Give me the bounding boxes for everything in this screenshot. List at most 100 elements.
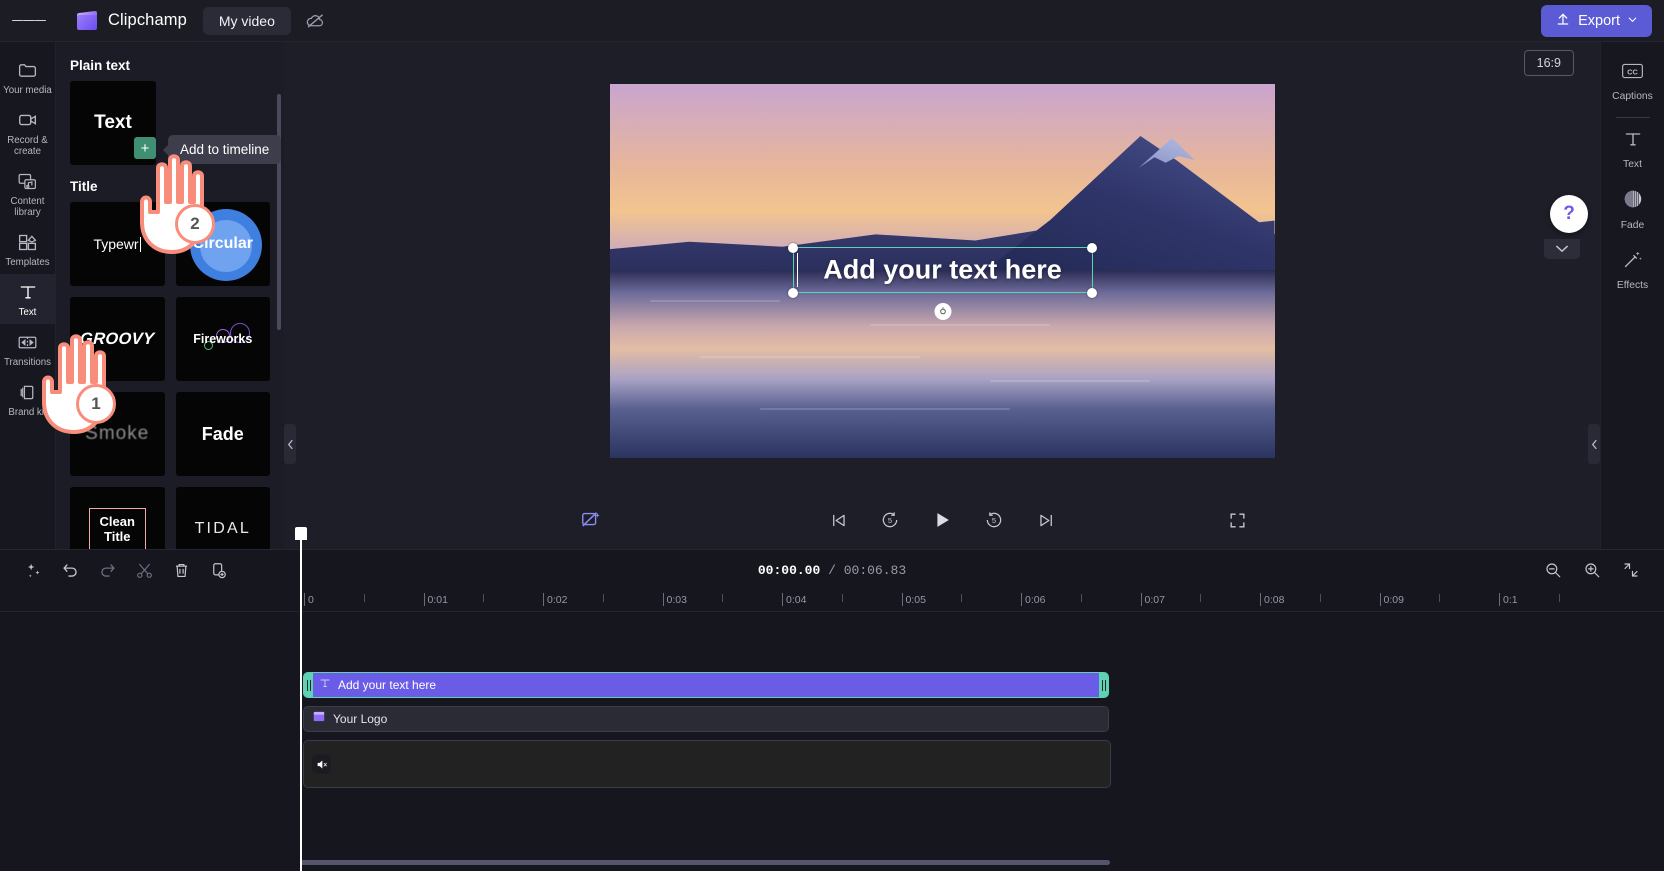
text-overlay-content[interactable]: Add your text here	[794, 255, 1092, 286]
ruler-tick-minor	[1200, 594, 1202, 602]
video-camera-icon	[17, 109, 39, 131]
closed-caption-icon: CC	[1621, 61, 1644, 86]
sidebar-item-label: Transitions	[3, 357, 52, 368]
video-canvas[interactable]: Add your text here	[609, 84, 1275, 458]
collapse-timeline-button[interactable]	[1544, 239, 1580, 259]
template-label: Fireworks	[193, 332, 253, 346]
panel-item-effects[interactable]: Effects	[1601, 240, 1664, 300]
ruler-tick	[662, 593, 664, 606]
ruler-tick-label: 0:02	[547, 594, 568, 606]
skip-to-end-button[interactable]	[1031, 505, 1061, 535]
sidebar-item-templates[interactable]: Templates	[0, 224, 56, 274]
export-label: Export	[1578, 12, 1620, 29]
duplicate-button[interactable]	[203, 555, 233, 585]
library-scroll-area[interactable]: Plain text Text Title Typewr Circular GR…	[56, 42, 284, 549]
text-overlay-selection[interactable]: Add your text here	[788, 242, 1097, 320]
table-row[interactable]	[303, 740, 1111, 788]
play-button[interactable]	[927, 505, 957, 535]
export-button[interactable]: Export	[1541, 4, 1652, 37]
rotate-handle[interactable]	[934, 303, 951, 320]
fit-timeline-button[interactable]	[1616, 555, 1646, 585]
panel-item-fade[interactable]: Fade	[1601, 179, 1664, 240]
panel-item-label: Text	[1623, 159, 1642, 170]
cloud-offline-icon[interactable]	[299, 6, 333, 36]
skip-to-start-button[interactable]	[823, 505, 853, 535]
forward-5-button[interactable]: 5	[979, 505, 1009, 535]
ruler-tick	[1021, 593, 1022, 606]
audio-muted-icon[interactable]	[312, 754, 331, 774]
ruler-tick	[423, 593, 425, 606]
resize-handle-top-right[interactable]	[1087, 242, 1097, 253]
panel-item-label: Effects	[1616, 280, 1649, 291]
current-time: 00:00.00	[757, 562, 821, 578]
split-button[interactable]	[129, 555, 159, 585]
project-tab[interactable]: My video	[202, 6, 291, 35]
ruler-tick	[782, 593, 783, 606]
template-card-fade[interactable]: Fade	[175, 392, 270, 476]
title-template-grid: Typewr Circular GROOVY Fireworks Smoke F…	[70, 202, 270, 549]
ruler-tick-label: 0:04	[786, 594, 807, 606]
template-label: Typewr	[93, 236, 141, 252]
undo-button[interactable]	[55, 555, 85, 585]
zoom-out-button[interactable]	[1538, 555, 1568, 585]
ruler-tick-label: 0:03	[666, 594, 687, 606]
library-scrollbar[interactable]	[277, 94, 281, 330]
water-shape	[609, 270, 1275, 458]
section-heading-title: Title	[70, 179, 98, 194]
rewind-5-button[interactable]: 5	[875, 505, 905, 535]
resize-handle-bottom-right[interactable]	[1087, 287, 1097, 298]
clip-trim-handle-right[interactable]	[1099, 673, 1108, 697]
right-rail: CC Captions Text Fade Effects	[1600, 42, 1664, 549]
playhead[interactable]	[295, 527, 307, 871]
add-to-timeline-button[interactable]: +	[134, 137, 156, 159]
ruler-tick	[1379, 593, 1381, 606]
panel-item-captions[interactable]: CC Captions	[1601, 52, 1664, 111]
sidebar-item-transitions[interactable]: Transitions	[0, 324, 56, 374]
zoom-in-button[interactable]	[1577, 555, 1607, 585]
resize-handle-bottom-left[interactable]	[788, 287, 798, 298]
playback-bar: 5 5	[284, 491, 1600, 549]
help-button[interactable]: ?	[1550, 195, 1588, 233]
collapse-left-panel-button[interactable]	[284, 424, 296, 464]
resize-handle-top-left[interactable]	[788, 242, 798, 253]
ruler-tick	[304, 593, 305, 606]
panel-item-text[interactable]: Text	[1601, 120, 1664, 179]
ruler-tick-label: 0:09	[1383, 594, 1404, 606]
sidebar-item-text[interactable]: Text	[0, 274, 56, 324]
template-card-groovy[interactable]: GROOVY	[70, 297, 165, 381]
sidebar-item-brand-kit[interactable]: Brand kit	[0, 374, 56, 424]
chevron-down-icon	[1627, 13, 1638, 29]
timeline-horizontal-scrollbar[interactable]	[300, 860, 1110, 865]
panel-item-label: Captions	[1612, 91, 1653, 102]
sidebar-item-label: Your media	[3, 85, 52, 96]
template-card-typewriter[interactable]: Typewr	[70, 202, 165, 286]
aspect-ratio-button[interactable]: 16:9	[1523, 50, 1574, 76]
step-badge-1: 1	[76, 384, 116, 424]
timeline-toolbar: 00:00.00 / 00:06.83	[0, 550, 1664, 590]
template-card-fireworks[interactable]: Fireworks	[175, 297, 270, 381]
magic-tools-button[interactable]	[18, 555, 48, 585]
fullscreen-button[interactable]	[1222, 505, 1252, 535]
delete-button[interactable]	[166, 555, 196, 585]
transitions-icon	[17, 331, 38, 353]
collapse-right-panel-button[interactable]	[1588, 424, 1600, 464]
template-label: Fade	[201, 423, 244, 444]
template-label: Clean Title	[88, 508, 146, 549]
redo-button[interactable]	[92, 555, 122, 585]
sidebar-item-your-media[interactable]: Your media	[0, 52, 56, 102]
template-card-tidal[interactable]: TIDAL	[175, 487, 270, 549]
playhead-knob[interactable]	[295, 527, 307, 540]
ruler-tick-minor	[363, 594, 365, 602]
ruler-tick-minor	[1558, 594, 1560, 602]
sidebar-item-record-create[interactable]: Record & create	[0, 102, 56, 163]
template-label: Smoke	[85, 423, 150, 444]
table-row[interactable]: Add your text here	[303, 672, 1109, 698]
menu-hamburger-icon[interactable]	[12, 4, 46, 38]
sidebar-item-content-library[interactable]: Content library	[0, 163, 56, 224]
template-label: TIDAL	[194, 520, 251, 537]
table-row[interactable]: Your Logo	[303, 706, 1109, 732]
ruler-tick-minor	[1439, 594, 1441, 602]
timeline-ruler[interactable]: 0 0:01 0:02 0:03 0:04 0:05 0:06 0:07 0:08 0:09 0:1	[0, 590, 1664, 612]
template-card-clean-title[interactable]: Clean Title	[70, 487, 165, 549]
clip-trim-handle-left[interactable]	[304, 673, 313, 697]
